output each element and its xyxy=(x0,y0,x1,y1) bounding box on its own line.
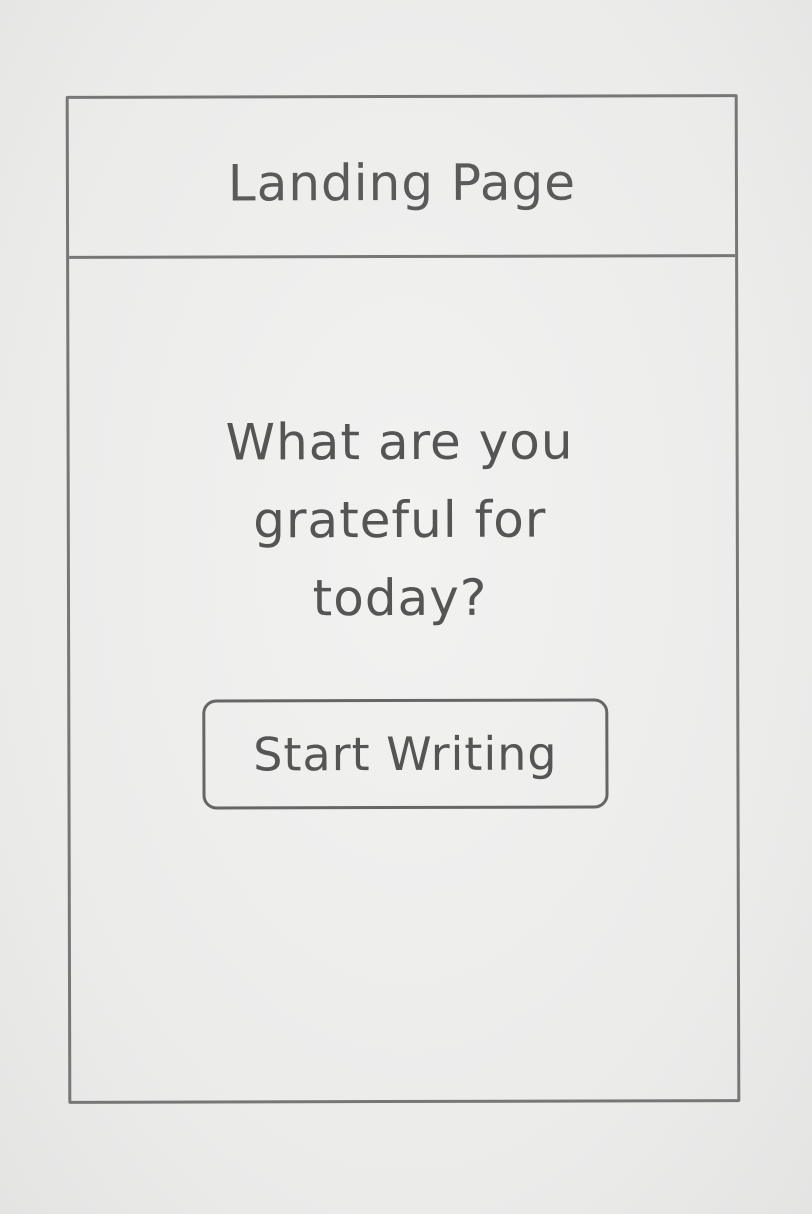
phone-frame: Landing Page What are you grateful for t… xyxy=(65,94,741,1104)
start-writing-button[interactable]: Start Writing xyxy=(202,698,609,810)
prompt-block: What are you grateful for today? xyxy=(69,402,736,638)
page-title: Landing Page xyxy=(227,153,577,212)
gratitude-prompt: What are you grateful for today? xyxy=(225,412,574,628)
header-bar: Landing Page xyxy=(68,97,736,259)
